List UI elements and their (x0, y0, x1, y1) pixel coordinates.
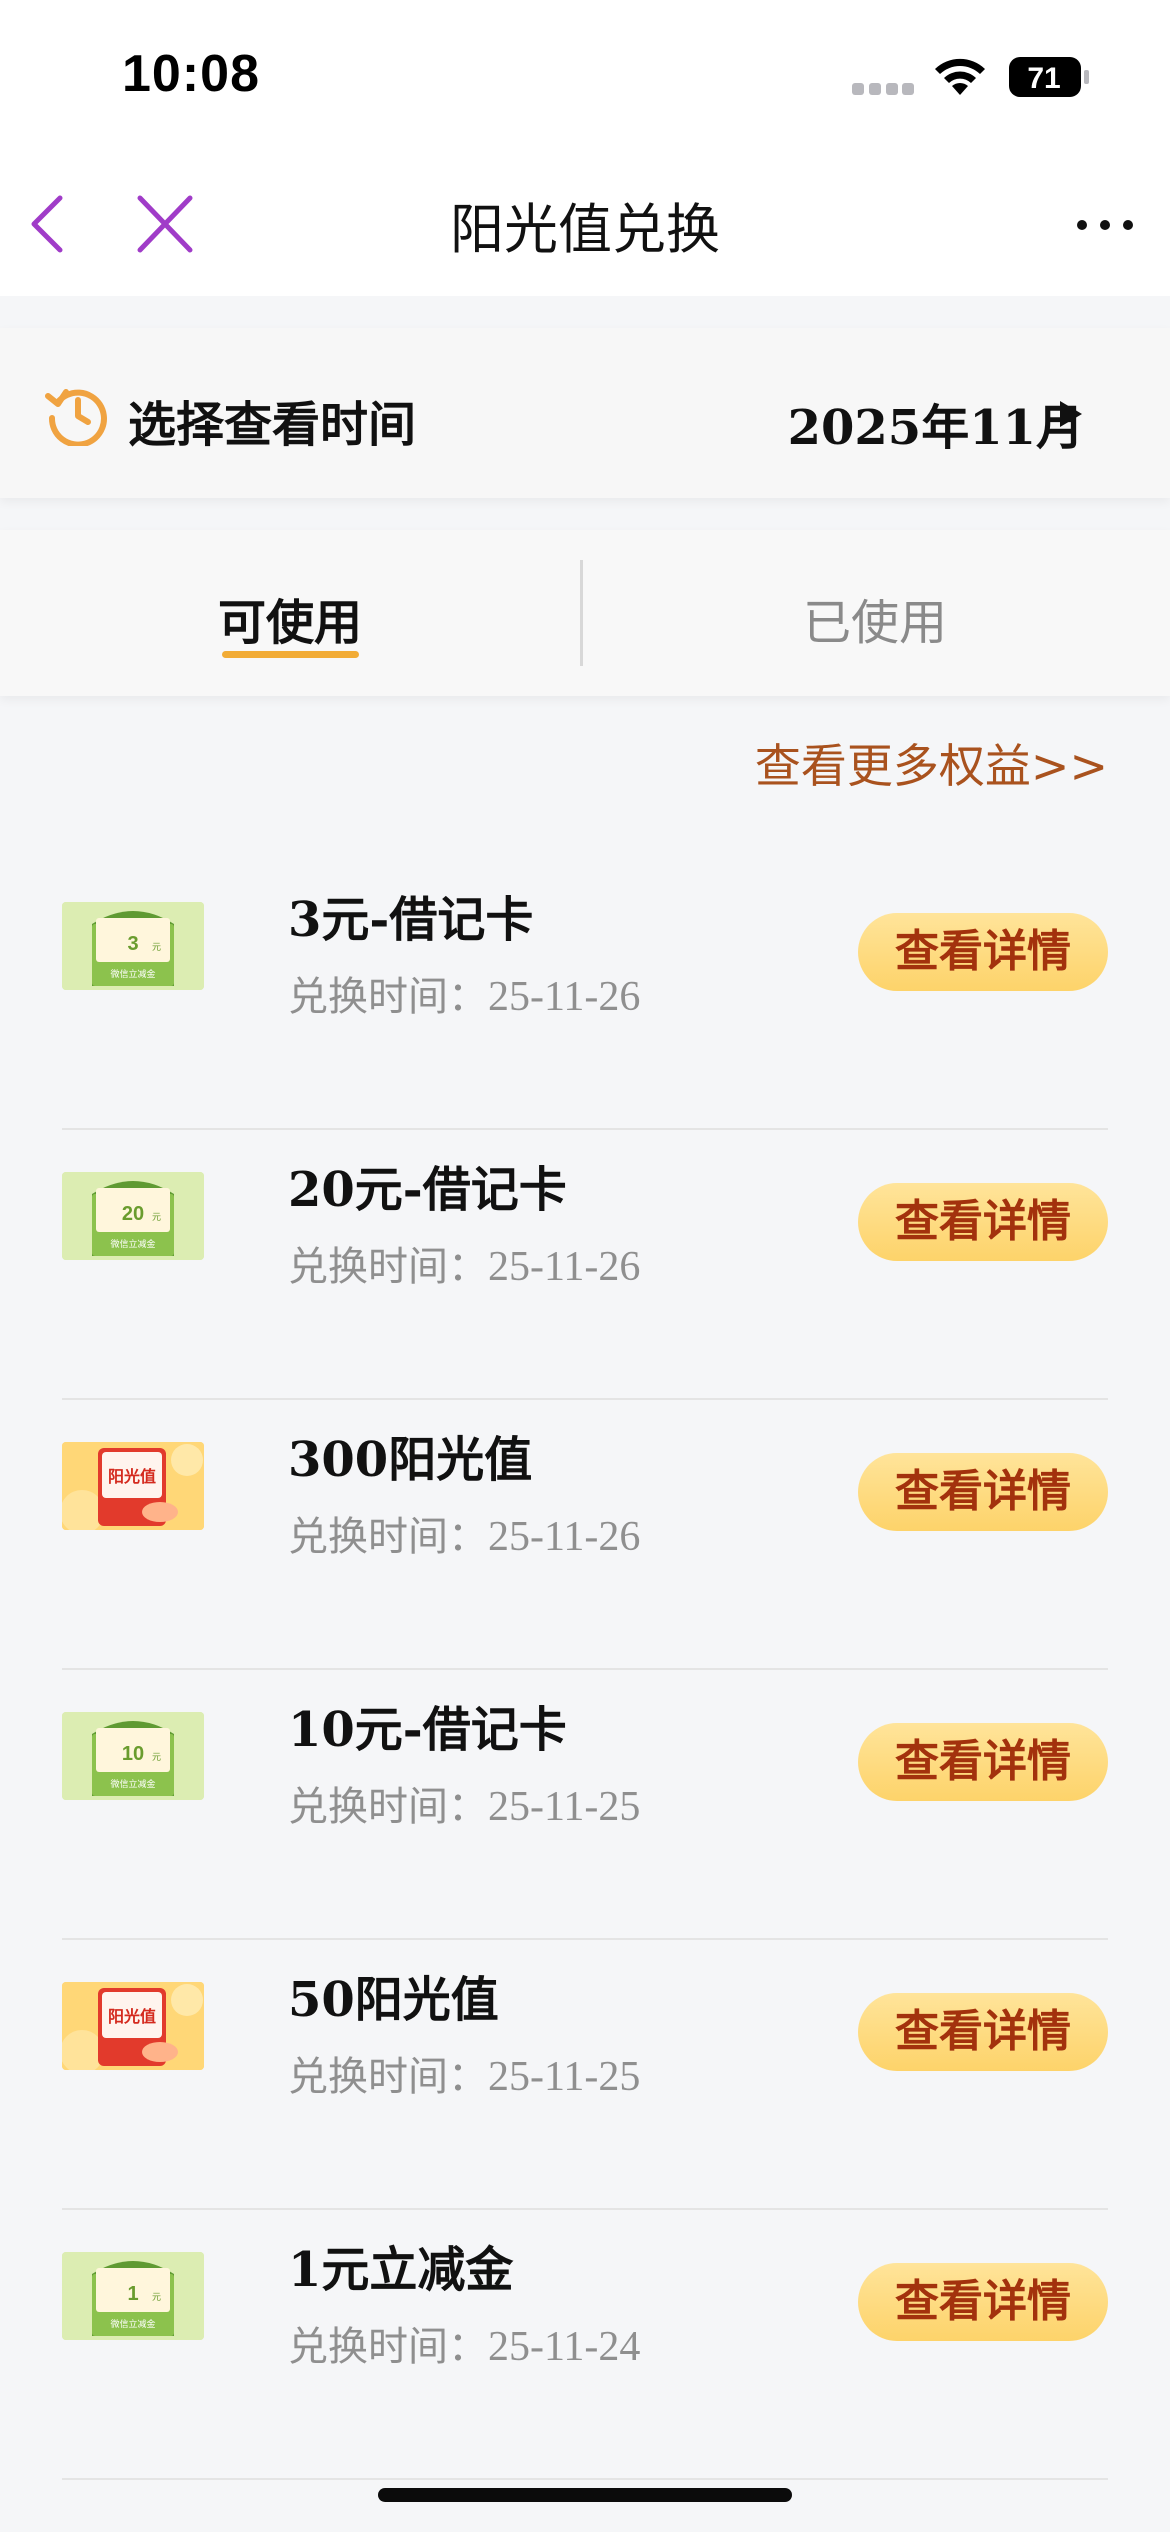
redeem-time-label: 兑换时间： (288, 1244, 488, 1290)
tab-used[interactable]: 已使用 (585, 530, 1165, 696)
thumb-caption: 微信立减金 (110, 1238, 155, 1250)
item-title: 3元-借记卡 (288, 892, 534, 948)
redeem-time-value: 25-11-25 (488, 1784, 641, 1830)
nav-bar: 阳光值兑换 (0, 150, 1170, 296)
thumb-caption: 微信立减金 (110, 968, 155, 980)
page-title: 阳光值兑换 (450, 198, 720, 261)
redeem-time-value: 25-11-25 (488, 2054, 641, 2100)
thumb-label: 阳光值 (108, 1467, 156, 1486)
redeem-time-value: 25-11-26 (488, 1514, 641, 1560)
redeem-time-label: 兑换时间： (288, 1514, 488, 1560)
view-details-button[interactable]: 查看详情 (858, 1723, 1108, 1801)
coupon-thumbnail: 3 元微信立减金 (62, 902, 204, 990)
item-redeem-time: 兑换时间：25-11-25 (288, 2044, 640, 2102)
tab-active-indicator (222, 651, 359, 658)
item-redeem-time: 兑换时间：25-11-26 (288, 1234, 640, 1292)
more-benefits-link[interactable]: 查看更多权益>> (755, 730, 1108, 796)
time-selector-value[interactable]: 2025年11月 (788, 388, 1084, 458)
signal-icon (852, 83, 914, 95)
tab-label: 已使用 (802, 595, 947, 651)
item-redeem-time: 兑换时间：25-11-26 (288, 964, 640, 1022)
view-details-button[interactable]: 查看详情 (858, 913, 1108, 991)
redeem-time-label: 兑换时间： (288, 2324, 488, 2370)
row-divider (62, 2478, 1108, 2480)
view-details-button[interactable]: 查看详情 (858, 1453, 1108, 1531)
coupon-thumbnail: 20 元微信立减金 (62, 1172, 204, 1260)
redeem-time-label: 兑换时间： (288, 2054, 488, 2100)
item-redeem-time: 兑换时间：25-11-24 (288, 2314, 640, 2372)
list-item: 1 元微信立减金 1元立减金兑换时间：25-11-24 查看详情 (0, 2210, 1170, 2480)
item-title: 10元-借记卡 (288, 1702, 567, 1758)
view-details-button[interactable]: 查看详情 (858, 1993, 1108, 2071)
view-details-button[interactable]: 查看详情 (858, 2263, 1108, 2341)
thumb-label: 阳光值 (108, 2007, 156, 2026)
battery-level: 71 (1027, 62, 1060, 95)
thumb-amount: 3 (127, 933, 138, 955)
redeem-time-value: 25-11-24 (488, 2324, 641, 2370)
battery-icon: 71 (1009, 57, 1089, 97)
thumb-unit: 元 (152, 943, 161, 953)
status-bar: 10:08 71 (0, 0, 1170, 150)
sunshine-points-thumbnail: 阳光值 (62, 1982, 204, 2070)
item-redeem-time: 兑换时间：25-11-25 (288, 1774, 640, 1832)
item-title: 1元立减金 (288, 2242, 514, 2298)
wifi-icon (935, 58, 985, 95)
list-item: 阳光值 50阳光值兑换时间：25-11-25 查看详情 (0, 1940, 1170, 2210)
redeem-time-label: 兑换时间： (288, 1784, 488, 1830)
list-item: 3 元微信立减金 3元-借记卡兑换时间：25-11-26 查看详情 (0, 860, 1170, 1130)
thumb-unit: 元 (152, 1213, 161, 1223)
status-time: 10:08 (122, 45, 260, 103)
tab-available[interactable]: 可使用 (0, 530, 580, 696)
play-arrow-icon[interactable] (1058, 399, 1084, 429)
time-selector-label: 选择查看时间 (128, 397, 417, 453)
tab-label: 可使用 (217, 595, 362, 651)
list-item: 10 元微信立减金 10元-借记卡兑换时间：25-11-25 查看详情 (0, 1670, 1170, 1940)
clock-history-icon (45, 389, 107, 446)
thumb-caption: 微信立减金 (110, 2318, 155, 2330)
item-redeem-time: 兑换时间：25-11-26 (288, 1504, 640, 1562)
list-item: 阳光值 300阳光值兑换时间：25-11-26 查看详情 (0, 1400, 1170, 1670)
redeem-time-value: 25-11-26 (488, 974, 641, 1020)
tab-bar: 可使用 已使用 (0, 530, 1170, 696)
home-indicator[interactable] (378, 2488, 792, 2502)
thumb-amount: 10 (122, 1743, 144, 1765)
coupon-thumbnail: 1 元微信立减金 (62, 2252, 204, 2340)
view-details-button[interactable]: 查看详情 (858, 1183, 1108, 1261)
tab-divider (580, 560, 583, 666)
sunshine-points-thumbnail: 阳光值 (62, 1442, 204, 1530)
redeem-time-value: 25-11-26 (488, 1244, 641, 1290)
item-title: 300阳光值 (288, 1432, 533, 1488)
item-title: 50阳光值 (288, 1972, 499, 2028)
redeem-time-label: 兑换时间： (288, 974, 488, 1020)
more-icon[interactable] (1070, 195, 1140, 255)
thumb-amount: 20 (122, 1203, 144, 1225)
thumb-caption: 微信立减金 (110, 1778, 155, 1790)
coupon-thumbnail: 10 元微信立减金 (62, 1712, 204, 1800)
list-item: 20 元微信立减金 20元-借记卡兑换时间：25-11-26 查看详情 (0, 1130, 1170, 1400)
thumb-amount: 1 (127, 2283, 138, 2305)
thumb-unit: 元 (152, 2293, 161, 2303)
item-title: 20元-借记卡 (288, 1162, 567, 1218)
thumb-unit: 元 (152, 1753, 161, 1763)
time-selector[interactable]: 选择查看时间 2025年11月 (0, 328, 1170, 498)
